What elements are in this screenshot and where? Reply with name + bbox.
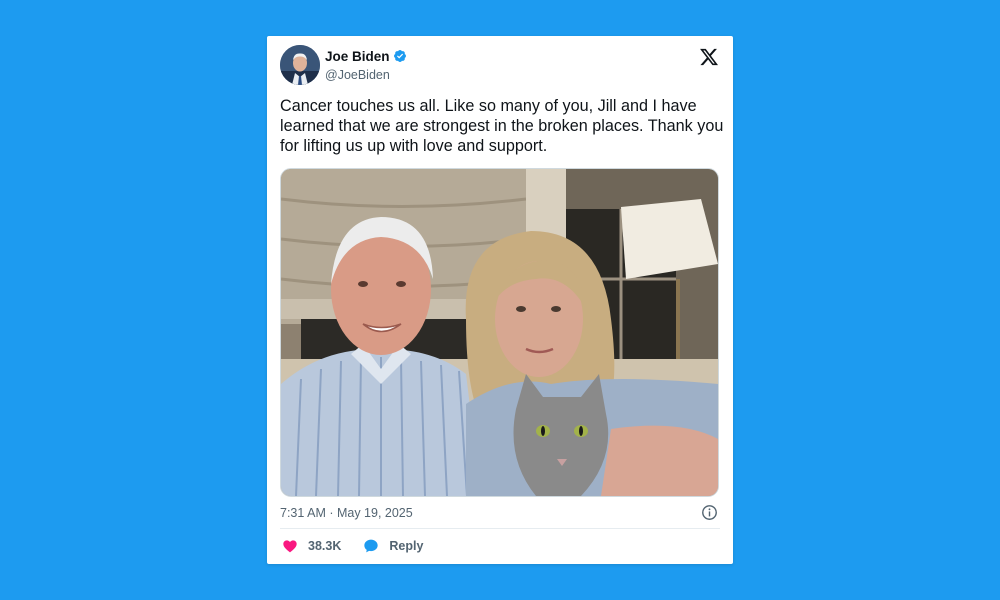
user-info: Joe Biden @JoeBiden xyxy=(325,49,407,82)
tweet-card[interactable]: Joe Biden @JoeBiden Cancer touches us al… xyxy=(267,36,733,564)
heart-icon xyxy=(282,538,298,554)
author-name[interactable]: Joe Biden xyxy=(325,49,390,64)
divider xyxy=(280,528,720,529)
verified-badge-icon xyxy=(393,49,407,63)
name-row: Joe Biden xyxy=(325,49,407,64)
tweet-text: Cancer touches us all. Like so many of y… xyxy=(280,97,724,155)
tweet-header: Joe Biden @JoeBiden xyxy=(280,45,407,85)
reply-button[interactable]: Reply xyxy=(363,538,423,554)
speech-bubble-icon xyxy=(363,538,379,554)
author-handle[interactable]: @JoeBiden xyxy=(325,68,407,82)
like-count: 38.3K xyxy=(308,539,342,553)
tweet-photo[interactable] xyxy=(280,168,719,497)
tweet-timestamp[interactable]: 7:31 AM · May 19, 2025 xyxy=(280,506,413,520)
tweet-actions: 38.3K Reply xyxy=(282,538,423,554)
x-logo-icon[interactable] xyxy=(699,47,719,67)
avatar[interactable] xyxy=(280,45,320,85)
info-icon[interactable] xyxy=(701,504,718,521)
reply-label: Reply xyxy=(389,539,424,553)
like-button[interactable]: 38.3K xyxy=(282,538,341,554)
